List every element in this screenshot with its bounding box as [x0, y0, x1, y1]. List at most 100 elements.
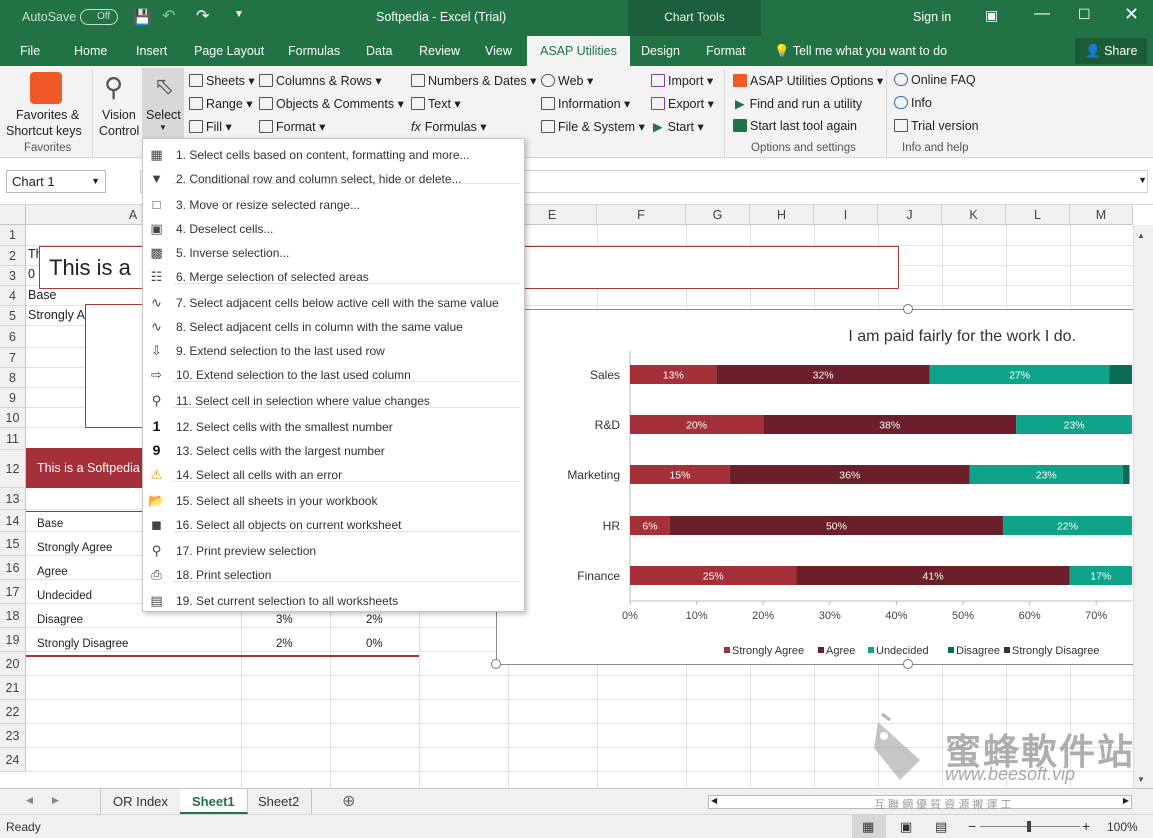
table-label[interactable]: Undecided [37, 590, 92, 602]
redo-icon[interactable]: ↷ [196, 6, 209, 26]
range-menu[interactable]: Range ▾ [189, 96, 253, 111]
column-header-i[interactable]: I [814, 205, 878, 225]
menu-item-9[interactable]: ⇩ 9. Extend selection to the last used ro… [143, 341, 524, 361]
zoom-in-icon[interactable]: + [1082, 818, 1090, 834]
menu-item-14[interactable]: ⚠ 14. Select all cells with an error [143, 465, 524, 485]
cell-c19[interactable]: 0% [366, 638, 383, 650]
menu-item-2[interactable]: ▼ 2. Conditional row and column select, h… [143, 169, 524, 189]
row-header-22[interactable]: 22 [0, 700, 26, 724]
horizontal-scrollbar[interactable]: ◀ ▶ 互 聯 網 優 質 資 源 搬 運 工 [708, 795, 1132, 811]
text-box-shape[interactable] [85, 304, 145, 428]
row-header-11[interactable]: 11 [0, 428, 26, 450]
tab-format[interactable]: Format [696, 36, 756, 66]
autosave-toggle[interactable]: Off [80, 9, 118, 25]
tab-asap-utilities[interactable]: ASAP Utilities [527, 36, 630, 66]
columns-rows-menu[interactable]: Columns & Rows ▾ [259, 73, 382, 88]
menu-item-15[interactable]: 📂 15. Select all sheets in your workbook [143, 491, 524, 511]
scroll-left-icon[interactable]: ◀ [711, 796, 717, 805]
row-header-15[interactable]: 15 [0, 532, 26, 556]
scroll-sheets-right-icon[interactable]: ▶ [52, 795, 59, 806]
menu-item-5[interactable]: ▩ 5. Inverse selection... [143, 243, 524, 263]
zoom-slider-thumb[interactable] [1027, 821, 1031, 832]
menu-item-11[interactable]: ⚲ 11. Select cell in selection where valu… [143, 391, 524, 411]
tell-me-search[interactable]: 💡 Tell me what you want to do [764, 36, 957, 66]
table-label[interactable]: Agree [37, 566, 68, 578]
cell-a3[interactable]: 0 [28, 267, 35, 281]
row-header-4[interactable]: 4 [0, 286, 26, 306]
resize-handle-top[interactable] [903, 304, 913, 314]
row-header-3[interactable]: 3 [0, 266, 26, 286]
objects-comments-menu[interactable]: Objects & Comments ▾ [259, 96, 404, 111]
format-menu[interactable]: Format ▾ [259, 119, 325, 134]
select-all-corner[interactable] [0, 205, 26, 225]
tab-file[interactable]: File [10, 36, 50, 66]
tab-insert[interactable]: Insert [126, 36, 177, 66]
row-header-16[interactable]: 16 [0, 556, 26, 580]
column-header-g[interactable]: G [686, 205, 750, 225]
cell-a4[interactable]: Base [28, 288, 57, 302]
row-header-5[interactable]: 5 [0, 306, 26, 326]
table-label[interactable]: Disagree [37, 614, 83, 626]
table-label[interactable]: Base [37, 518, 63, 530]
magnifier-icon[interactable]: ⚲ [104, 72, 123, 103]
row-header-21[interactable]: 21 [0, 676, 26, 700]
row-header-13[interactable]: 13 [0, 488, 26, 510]
page-layout-icon[interactable]: ▣ [900, 819, 912, 835]
cell-b18[interactable]: 3% [276, 614, 293, 626]
select-button[interactable]: ⬁ Select ▼ [142, 68, 184, 138]
trial-version-button[interactable]: Trial version [894, 119, 979, 133]
page-break-icon[interactable]: ▤ [935, 819, 947, 835]
start-last-tool-button[interactable]: Start last tool again [733, 119, 857, 133]
menu-item-4[interactable]: ▣ 4. Deselect cells... [143, 219, 524, 239]
tab-design[interactable]: Design [631, 36, 690, 66]
sheet-tab-sheet2[interactable]: Sheet2 [246, 789, 313, 814]
cell-b19[interactable]: 2% [276, 638, 293, 650]
resize-handle-bottom-left[interactable] [491, 659, 501, 669]
row-header-14[interactable]: 14 [0, 510, 26, 532]
asap-options-menu[interactable]: ASAP Utilities Options ▾ [733, 73, 883, 88]
column-header-k[interactable]: K [942, 205, 1006, 225]
vision-label-1[interactable]: Vision [102, 108, 136, 122]
row-header-19[interactable]: 19 [0, 628, 26, 652]
import-menu[interactable]: Import ▾ [651, 73, 713, 88]
formulas-menu[interactable]: fx Formulas ▾ [411, 119, 487, 134]
row-header-8[interactable]: 8 [0, 368, 26, 388]
information-menu[interactable]: Information ▾ [541, 96, 630, 111]
cell-c18[interactable]: 2% [366, 614, 383, 626]
menu-item-17[interactable]: ⚲ 17. Print preview selection [143, 541, 524, 561]
menu-item-6[interactable]: ☷ 6. Merge selection of selected areas [143, 267, 524, 287]
row-header-24[interactable]: 24 [0, 748, 26, 772]
tab-page-layout[interactable]: Page Layout [184, 36, 274, 66]
row-header-20[interactable]: 20 [0, 652, 26, 676]
row-header-10[interactable]: 10 [0, 408, 26, 428]
sheets-menu[interactable]: Sheets ▾ [189, 73, 255, 88]
tab-formulas[interactable]: Formulas [278, 36, 350, 66]
menu-item-3[interactable]: □ 3. Move or resize selected range... [143, 195, 524, 215]
scroll-sheets-left-icon[interactable]: ◀ [26, 795, 33, 806]
row-header-7[interactable]: 7 [0, 348, 26, 368]
row-header-1[interactable]: 1 [0, 225, 26, 246]
menu-item-12[interactable]: 1 12. Select cells with the smallest numb… [143, 417, 524, 437]
column-header-j[interactable]: J [878, 205, 942, 225]
menu-item-18[interactable]: ⎙ 18. Print selection [143, 565, 524, 585]
new-sheet-icon[interactable]: ⊕ [342, 791, 355, 811]
table-label[interactable]: Strongly Disagree [37, 638, 128, 650]
find-run-utility-button[interactable]: ▶ Find and run a utility [735, 96, 862, 111]
favorites-label-1[interactable]: Favorites & [16, 108, 79, 122]
menu-item-7[interactable]: ∿ 7. Select adjacent cells below active c… [143, 293, 524, 313]
undo-icon[interactable]: ↶ [162, 6, 175, 26]
name-box[interactable]: Chart 1 ▼ [6, 170, 106, 193]
row-header-12[interactable]: 12 [0, 450, 26, 488]
row-header-17[interactable]: 17 [0, 580, 26, 604]
sheet-tab-sheet1[interactable]: Sheet1 [180, 789, 248, 814]
scroll-right-icon[interactable]: ▶ [1123, 796, 1129, 805]
menu-item-19[interactable]: ▤ 19. Set current selection to all worksh… [143, 591, 524, 611]
tab-view[interactable]: View [475, 36, 522, 66]
row-header-9[interactable]: 9 [0, 388, 26, 408]
zoom-out-icon[interactable]: − [968, 818, 976, 834]
fill-menu[interactable]: Fill ▾ [189, 119, 232, 134]
column-header-l[interactable]: L [1006, 205, 1070, 225]
menu-item-1[interactable]: ▦ 1. Select cells based on content, forma… [143, 145, 524, 165]
ribbon-display-icon[interactable]: ▣ [985, 7, 998, 24]
start-menu[interactable]: ▶ Start ▾ [653, 119, 704, 134]
